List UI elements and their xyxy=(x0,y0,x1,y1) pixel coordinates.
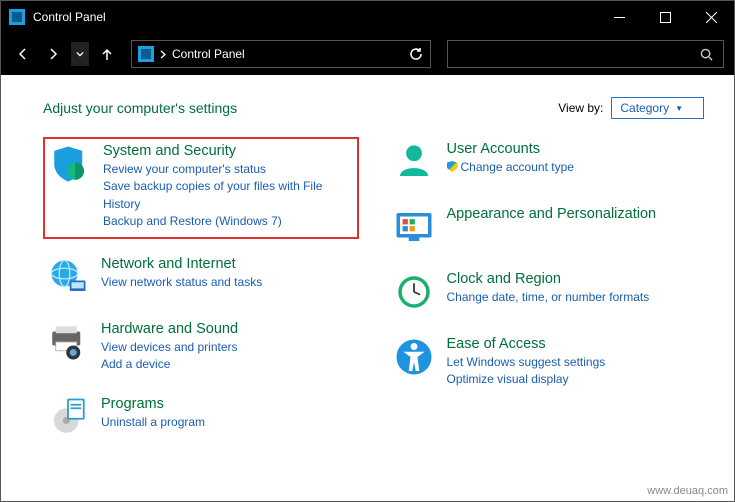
link-change-formats[interactable]: Change date, time, or number formats xyxy=(447,289,650,306)
link-suggest-settings[interactable]: Let Windows suggest settings xyxy=(447,354,606,371)
window-title: Control Panel xyxy=(33,10,596,24)
clock-icon xyxy=(393,271,435,313)
link-uninstall-program[interactable]: Uninstall a program xyxy=(101,414,205,431)
programs-icon xyxy=(47,396,89,438)
link-backup-restore[interactable]: Backup and Restore (Windows 7) xyxy=(103,213,351,230)
globe-icon xyxy=(47,256,89,298)
category-title[interactable]: Clock and Region xyxy=(447,271,650,287)
category-title[interactable]: System and Security xyxy=(103,143,351,159)
control-panel-icon xyxy=(138,46,154,62)
category-network-and-internet[interactable]: Network and Internet View network status… xyxy=(43,252,359,302)
link-add-device[interactable]: Add a device xyxy=(101,356,238,373)
link-change-account-type[interactable]: Change account type xyxy=(447,159,574,176)
content-area: Adjust your computer's settings View by:… xyxy=(1,75,734,467)
link-devices-printers[interactable]: View devices and printers xyxy=(101,339,238,356)
user-icon xyxy=(393,141,435,183)
category-ease-of-access[interactable]: Ease of Access Let Windows suggest setti… xyxy=(389,332,705,393)
category-title[interactable]: Ease of Access xyxy=(447,336,606,352)
category-programs[interactable]: Programs Uninstall a program xyxy=(43,392,359,442)
category-user-accounts[interactable]: User Accounts Change account type xyxy=(389,137,705,187)
monitor-icon xyxy=(393,206,435,248)
category-clock-and-region[interactable]: Clock and Region Change date, time, or n… xyxy=(389,267,705,317)
up-button[interactable] xyxy=(95,42,119,66)
category-title[interactable]: Appearance and Personalization xyxy=(447,206,657,222)
shield-icon xyxy=(49,143,91,185)
category-hardware-and-sound[interactable]: Hardware and Sound View devices and prin… xyxy=(43,317,359,378)
view-by-label: View by: xyxy=(558,101,603,115)
printer-icon xyxy=(47,321,89,363)
search-icon xyxy=(700,48,713,61)
view-by-select[interactable]: Category xyxy=(611,97,704,119)
navigation-bar: Control Panel xyxy=(1,33,734,75)
accessibility-icon xyxy=(393,336,435,378)
link-review-status[interactable]: Review your computer's status xyxy=(103,161,351,178)
category-title[interactable]: User Accounts xyxy=(447,141,574,157)
category-title[interactable]: Programs xyxy=(101,396,205,412)
maximize-button[interactable] xyxy=(642,1,688,33)
back-button[interactable] xyxy=(11,42,35,66)
link-optimize-display[interactable]: Optimize visual display xyxy=(447,371,606,388)
page-title: Adjust your computer's settings xyxy=(43,100,558,116)
refresh-button[interactable] xyxy=(402,47,430,61)
forward-button[interactable] xyxy=(41,42,65,66)
search-input[interactable] xyxy=(447,40,724,68)
breadcrumb-root[interactable]: Control Panel xyxy=(172,47,245,61)
recent-locations-button[interactable] xyxy=(71,42,89,66)
control-panel-icon xyxy=(9,9,25,25)
category-system-and-security[interactable]: System and Security Review your computer… xyxy=(43,137,359,239)
minimize-button[interactable] xyxy=(596,1,642,33)
category-appearance-personalization[interactable]: Appearance and Personalization xyxy=(389,202,705,252)
category-title[interactable]: Hardware and Sound xyxy=(101,321,238,337)
link-file-history[interactable]: Save backup copies of your files with Fi… xyxy=(103,178,351,213)
right-column: User Accounts Change account type Appear… xyxy=(389,137,705,457)
left-column: System and Security Review your computer… xyxy=(43,137,359,457)
breadcrumb[interactable]: Control Panel xyxy=(160,47,245,61)
address-bar[interactable]: Control Panel xyxy=(131,40,431,68)
category-title[interactable]: Network and Internet xyxy=(101,256,262,272)
view-by-control: View by: Category xyxy=(558,97,704,119)
close-button[interactable] xyxy=(688,1,734,33)
title-bar: Control Panel xyxy=(1,1,734,33)
watermark: www.deuaq.com xyxy=(647,485,728,497)
link-network-status[interactable]: View network status and tasks xyxy=(101,274,262,291)
